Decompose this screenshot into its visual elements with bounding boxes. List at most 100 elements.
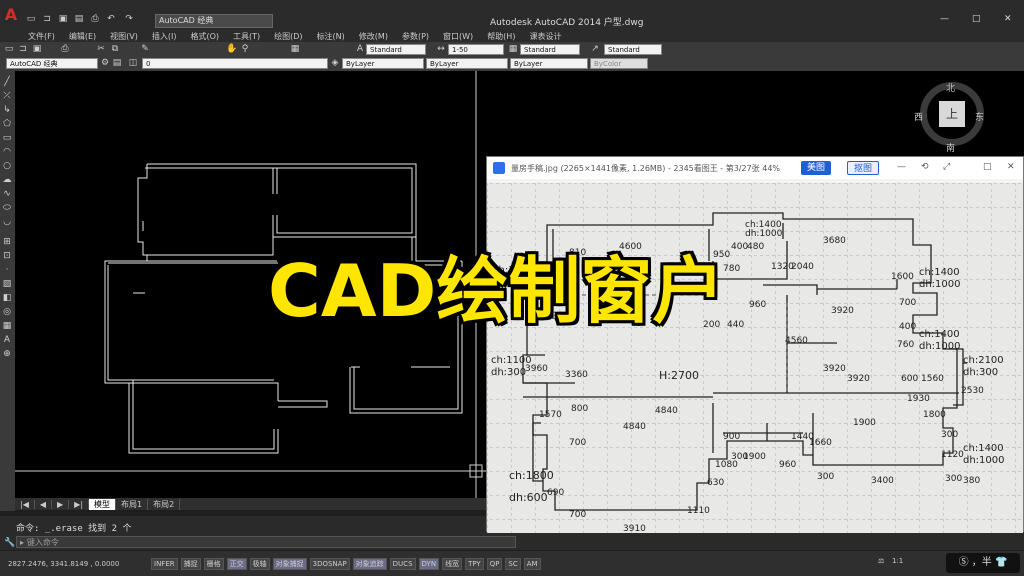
print-icon[interactable]: ⎙: [90, 14, 100, 24]
coordinates-readout[interactable]: 2827.2476, 3341.8149 , 0.0000: [8, 560, 148, 568]
toggle-grid[interactable]: 栅格: [203, 557, 224, 570]
color-dropdown[interactable]: ByLayer: [342, 58, 424, 69]
point-icon[interactable]: ·: [2, 265, 12, 275]
add-selected-icon[interactable]: ⊕: [2, 349, 12, 359]
menu-view[interactable]: 视图(V): [110, 31, 138, 42]
new-icon[interactable]: ▭: [26, 14, 36, 24]
menu-file[interactable]: 文件(F): [28, 31, 55, 42]
beautify-button[interactable]: 美图: [801, 161, 832, 175]
menu-insert[interactable]: 插入(I): [152, 31, 177, 42]
viewer-close-button[interactable]: ✕: [1007, 162, 1015, 172]
tab-layout1[interactable]: 布局1: [116, 498, 149, 510]
toggle-3dosnap[interactable]: 3DOSNAP: [309, 557, 350, 570]
menu-parametric[interactable]: 参数(P): [402, 31, 429, 42]
toggle-sc[interactable]: SC: [505, 557, 521, 570]
menu-format[interactable]: 格式(O): [190, 31, 219, 42]
viewer-maximize-button[interactable]: □: [983, 162, 992, 172]
settings-icon[interactable]: ⚙: [100, 58, 110, 68]
command-input[interactable]: ▸ 键入命令: [16, 536, 516, 548]
command-customize-icon[interactable]: 🔧: [4, 538, 15, 548]
spline-icon[interactable]: ∿: [2, 189, 12, 199]
tab-model[interactable]: 模型: [89, 498, 117, 510]
revcloud-icon[interactable]: ☁: [2, 175, 12, 185]
tab-nav-prev-icon[interactable]: ◀: [35, 499, 53, 509]
viewer-fullscreen-button[interactable]: ⤢: [943, 162, 950, 172]
match-icon[interactable]: ✎: [140, 44, 150, 54]
text-style-dropdown[interactable]: Standard: [366, 44, 426, 55]
table-icon[interactable]: ▦: [2, 321, 12, 331]
arc-icon[interactable]: ◠: [2, 147, 12, 157]
tab-nav-first-icon[interactable]: |◀: [15, 499, 35, 509]
ime-indicator-icon[interactable]: Ⓢ ，半 👕: [946, 553, 1020, 573]
table-style-dropdown[interactable]: Standard: [520, 44, 580, 55]
tab-nav-next-icon[interactable]: ▶: [52, 499, 70, 509]
redo-icon[interactable]: ↷: [124, 14, 134, 24]
polyline-icon[interactable]: ↳: [2, 105, 12, 115]
dim-style-icon[interactable]: ↔: [436, 44, 446, 54]
line-icon[interactable]: ╱: [2, 77, 12, 87]
lineweight-dropdown[interactable]: ByLayer: [510, 58, 588, 69]
menu-modify[interactable]: 修改(M): [359, 31, 388, 42]
layer-dropdown[interactable]: 0: [142, 58, 328, 69]
toggle-lwt[interactable]: 线宽: [442, 557, 463, 570]
menu-course[interactable]: 课表设计: [529, 31, 561, 42]
toggle-qp[interactable]: QP: [486, 557, 503, 570]
cut-icon[interactable]: ✂: [96, 44, 106, 54]
qsave-icon[interactable]: ▣: [32, 44, 42, 54]
region-icon[interactable]: ◎: [2, 307, 12, 317]
menu-help[interactable]: 帮助(H): [487, 31, 515, 42]
toggle-am[interactable]: AM: [523, 557, 541, 570]
toggle-snap[interactable]: 捕捉: [180, 557, 201, 570]
viewcube-east[interactable]: 东: [975, 110, 984, 123]
make-block-icon[interactable]: ⊡: [2, 251, 12, 261]
autocad-logo-icon[interactable]: A: [2, 6, 20, 24]
viewcube-south[interactable]: 南: [946, 141, 955, 154]
qopen-icon[interactable]: ⊐: [18, 44, 28, 54]
mleader-style-icon[interactable]: ↗: [590, 44, 600, 54]
text-style-icon[interactable]: A: [355, 44, 365, 54]
close-button[interactable]: ✕: [1004, 14, 1012, 24]
toggle-ortho[interactable]: 正交: [226, 557, 247, 570]
tab-nav-last-icon[interactable]: ▶|: [69, 499, 90, 509]
annotation-scale-icon[interactable]: ⚖: [878, 557, 884, 565]
make-current-icon[interactable]: ◈: [330, 58, 340, 68]
mleader-style-dropdown[interactable]: Standard: [604, 44, 662, 55]
viewer-rotate-button[interactable]: ⟲: [921, 162, 929, 172]
menu-edit[interactable]: 编辑(E): [69, 31, 96, 42]
cutout-button[interactable]: 抠图: [847, 161, 880, 175]
viewcube-face[interactable]: 上: [939, 101, 965, 127]
properties-icon[interactable]: ▦: [290, 44, 300, 54]
viewcube-north[interactable]: 北: [946, 81, 955, 94]
minimize-button[interactable]: —: [940, 14, 949, 24]
toggle-infer[interactable]: INFER: [151, 557, 178, 570]
ellipse-icon[interactable]: ⬭: [2, 203, 12, 213]
workspace-select[interactable]: AutoCAD 经典: [6, 58, 98, 69]
copy-icon[interactable]: ⧉: [110, 44, 120, 54]
layer-manager-icon[interactable]: ◫: [128, 58, 138, 68]
toggle-dyn[interactable]: DYN: [418, 557, 440, 570]
menu-window[interactable]: 窗口(W): [443, 31, 473, 42]
annotation-scale[interactable]: 1:1: [892, 557, 903, 565]
plot-icon[interactable]: ⎙: [60, 44, 70, 54]
dim-style-dropdown[interactable]: 1-50: [448, 44, 504, 55]
table-style-icon[interactable]: ▦: [508, 44, 518, 54]
viewer-minimize-button[interactable]: —: [897, 162, 906, 172]
maximize-button[interactable]: □: [972, 14, 981, 24]
rectangle-icon[interactable]: ▭: [2, 133, 12, 143]
circle-icon[interactable]: ○: [2, 161, 12, 171]
undo-icon[interactable]: ↶: [106, 14, 116, 24]
toggle-polar[interactable]: 极轴: [249, 557, 270, 570]
menu-draw[interactable]: 绘图(D): [274, 31, 302, 42]
toggle-otrack[interactable]: 对象追踪: [352, 557, 387, 570]
viewcube-west[interactable]: 西: [914, 110, 923, 123]
toggle-osnap[interactable]: 对象捕捉: [272, 557, 307, 570]
menu-tools[interactable]: 工具(T): [233, 31, 260, 42]
toggle-tpy[interactable]: TPY: [465, 557, 484, 570]
tab-layout2[interactable]: 布局2: [148, 498, 181, 510]
zoom-icon[interactable]: ⚲: [240, 44, 250, 54]
hatch-icon[interactable]: ▨: [2, 279, 12, 289]
xline-icon[interactable]: ⤫: [2, 91, 12, 101]
open-icon[interactable]: ⊐: [42, 14, 52, 24]
linetype-dropdown[interactable]: ByLayer: [426, 58, 508, 69]
insert-block-icon[interactable]: ⊞: [2, 237, 12, 247]
